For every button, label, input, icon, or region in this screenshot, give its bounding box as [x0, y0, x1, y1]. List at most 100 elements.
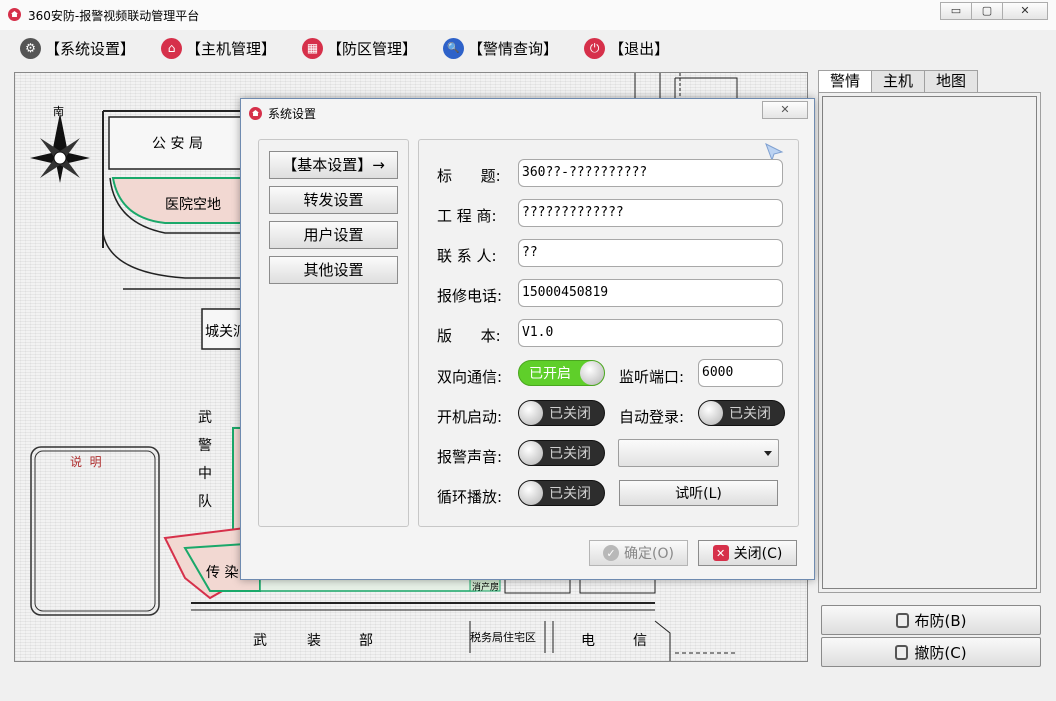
duplex-state: 已开启 — [529, 366, 571, 382]
toggle-knob — [519, 481, 543, 505]
menu-system-settings[interactable]: ⚙ 【系统设置】 — [20, 37, 136, 59]
close-icon: ✕ — [712, 545, 729, 561]
map-wujing-label-3: 中 — [198, 466, 212, 482]
lock-icon — [895, 612, 909, 628]
system-settings-dialog: 系统设置 ✕ 【基本设置】→ 转发设置 用户设置 其他设置 标 题: 360??… — [240, 98, 815, 580]
loop-label: 循环播放: — [437, 488, 503, 506]
map-small-label: 消产房 — [472, 583, 500, 593]
sound-label: 报警声音: — [437, 448, 503, 466]
disarm-button-label: 撤防(C) — [914, 643, 967, 662]
settings-form: 标 题: 360??-?????????? 工 程 商: ???????????… — [418, 139, 799, 527]
map-tax-label: 税务局住宅区 — [470, 631, 536, 644]
map-wujing-label-4: 队 — [198, 494, 212, 510]
dialog-close-button[interactable]: ✕ 关闭(C) — [698, 540, 797, 566]
menu-label: 【防区管理】 — [327, 39, 418, 58]
loop-state: 已关闭 — [549, 486, 591, 502]
window-title: 360安防-报警视频联动管理平台 — [28, 9, 200, 23]
autostart-toggle[interactable]: 已关闭 — [518, 400, 605, 426]
version-label: 版 本: — [437, 327, 501, 345]
autologin-state: 已关闭 — [729, 406, 771, 422]
tab-alarms[interactable]: 警情 — [818, 70, 873, 93]
arm-button[interactable]: 布防(B) — [821, 605, 1041, 635]
map-police-label: 公 安 局 — [152, 136, 203, 152]
listen-port-input[interactable]: 6000 — [698, 359, 783, 387]
arm-button-label: 布防(B) — [914, 611, 967, 630]
right-tabs: 警情 主机 地图 — [818, 70, 979, 93]
autostart-label: 开机启动: — [437, 408, 503, 426]
phone-label: 报修电话: — [437, 287, 503, 305]
map-wujing-label-1: 武 — [198, 410, 212, 426]
map-legend-label: 说 明 — [70, 455, 102, 469]
minimize-button[interactable]: ▭ — [940, 2, 972, 20]
grid-icon: ▦ — [302, 37, 324, 59]
map-telecom-label-1: 电 — [581, 633, 595, 649]
close-window-button[interactable]: ✕ — [1002, 2, 1048, 20]
confirm-button[interactable]: ✓ 确定(O) — [589, 540, 688, 566]
map-wuzhuang-label-1: 武 — [253, 633, 267, 649]
dialog-title: 系统设置 — [268, 107, 317, 121]
test-play-button[interactable]: 试听(L) — [619, 480, 778, 506]
duplex-label: 双向通信: — [437, 368, 503, 386]
menu-bar: ⚙ 【系统设置】 ⌂ 【主机管理】 ▦ 【防区管理】 🔍 【警情查询】 ⏻ 【退… — [0, 30, 1056, 66]
alarm-list-panel — [818, 92, 1041, 593]
sound-toggle[interactable]: 已关闭 — [518, 440, 605, 466]
map-chengguan-label: 城关派 — [205, 324, 243, 340]
confirm-label: 确定(O) — [624, 546, 674, 562]
maximize-button[interactable]: ▢ — [971, 2, 1003, 20]
autostart-state: 已关闭 — [549, 406, 591, 422]
version-input[interactable]: V1.0 — [518, 319, 783, 347]
tab-hosts[interactable]: 主机 — [871, 70, 926, 92]
nav-basic-settings[interactable]: 【基本设置】→ — [269, 151, 398, 179]
loop-toggle[interactable]: 已关闭 — [518, 480, 605, 506]
dialog-close-label: 关闭(C) — [733, 546, 783, 562]
contact-input[interactable]: ?? — [518, 239, 783, 267]
menu-label: 【警情查询】 — [468, 39, 559, 58]
vendor-input[interactable]: ????????????? — [518, 199, 783, 227]
alarm-list[interactable] — [822, 96, 1037, 589]
phone-input[interactable]: 15000450819 — [518, 279, 783, 307]
dialog-app-icon — [249, 107, 262, 120]
dialog-title-bar: 系统设置 ✕ — [241, 99, 814, 127]
app-icon — [8, 8, 21, 21]
sound-state: 已关闭 — [549, 446, 591, 462]
menu-label: 【系统设置】 — [45, 39, 136, 58]
menu-label: 【主机管理】 — [186, 39, 277, 58]
compass-icon — [30, 113, 90, 183]
toggle-knob — [580, 361, 604, 385]
chevron-down-icon — [764, 451, 772, 456]
tab-maps[interactable]: 地图 — [924, 70, 979, 92]
search-icon: 🔍 — [443, 37, 465, 59]
toggle-knob — [699, 401, 723, 425]
title-bar: 360安防-报警视频联动管理平台 ▭ ▢ ✕ — [0, 0, 1056, 30]
unlock-icon — [895, 644, 909, 660]
gear-icon: ⚙ — [20, 37, 41, 59]
sound-select[interactable] — [618, 439, 779, 467]
menu-exit[interactable]: ⏻ 【退出】 — [584, 37, 669, 59]
nav-other-settings[interactable]: 其他设置 — [269, 256, 398, 284]
home-icon: ⌂ — [161, 37, 183, 59]
map-wuzhuang-label-2: 装 — [307, 633, 321, 649]
map-compass-label: 南 — [53, 105, 64, 118]
title-input[interactable]: 360??-?????????? — [518, 159, 783, 187]
dialog-close-icon[interactable]: ✕ — [762, 101, 808, 119]
contact-label: 联 系 人: — [437, 247, 497, 265]
settings-nav: 【基本设置】→ 转发设置 用户设置 其他设置 — [258, 139, 409, 527]
map-wuzhuang-label-3: 部 — [359, 633, 373, 649]
menu-alarm-query[interactable]: 🔍 【警情查询】 — [443, 37, 559, 59]
check-icon: ✓ — [603, 545, 620, 561]
autologin-label: 自动登录: — [619, 408, 685, 426]
map-infectious-label: 传 染 — [206, 565, 239, 581]
toggle-knob — [519, 441, 543, 465]
menu-host-management[interactable]: ⌂ 【主机管理】 — [161, 37, 277, 59]
map-wujing-label-2: 警 — [198, 438, 212, 454]
toggle-knob — [519, 401, 543, 425]
nav-forward-settings[interactable]: 转发设置 — [269, 186, 398, 214]
nav-user-settings[interactable]: 用户设置 — [269, 221, 398, 249]
autologin-toggle[interactable]: 已关闭 — [698, 400, 785, 426]
window-controls: ▭ ▢ ✕ — [940, 2, 1048, 20]
disarm-button[interactable]: 撤防(C) — [821, 637, 1041, 667]
duplex-toggle[interactable]: 已开启 — [518, 360, 605, 386]
menu-zone-management[interactable]: ▦ 【防区管理】 — [302, 37, 418, 59]
listen-port-label: 监听端口: — [619, 368, 685, 386]
power-icon: ⏻ — [584, 37, 606, 59]
